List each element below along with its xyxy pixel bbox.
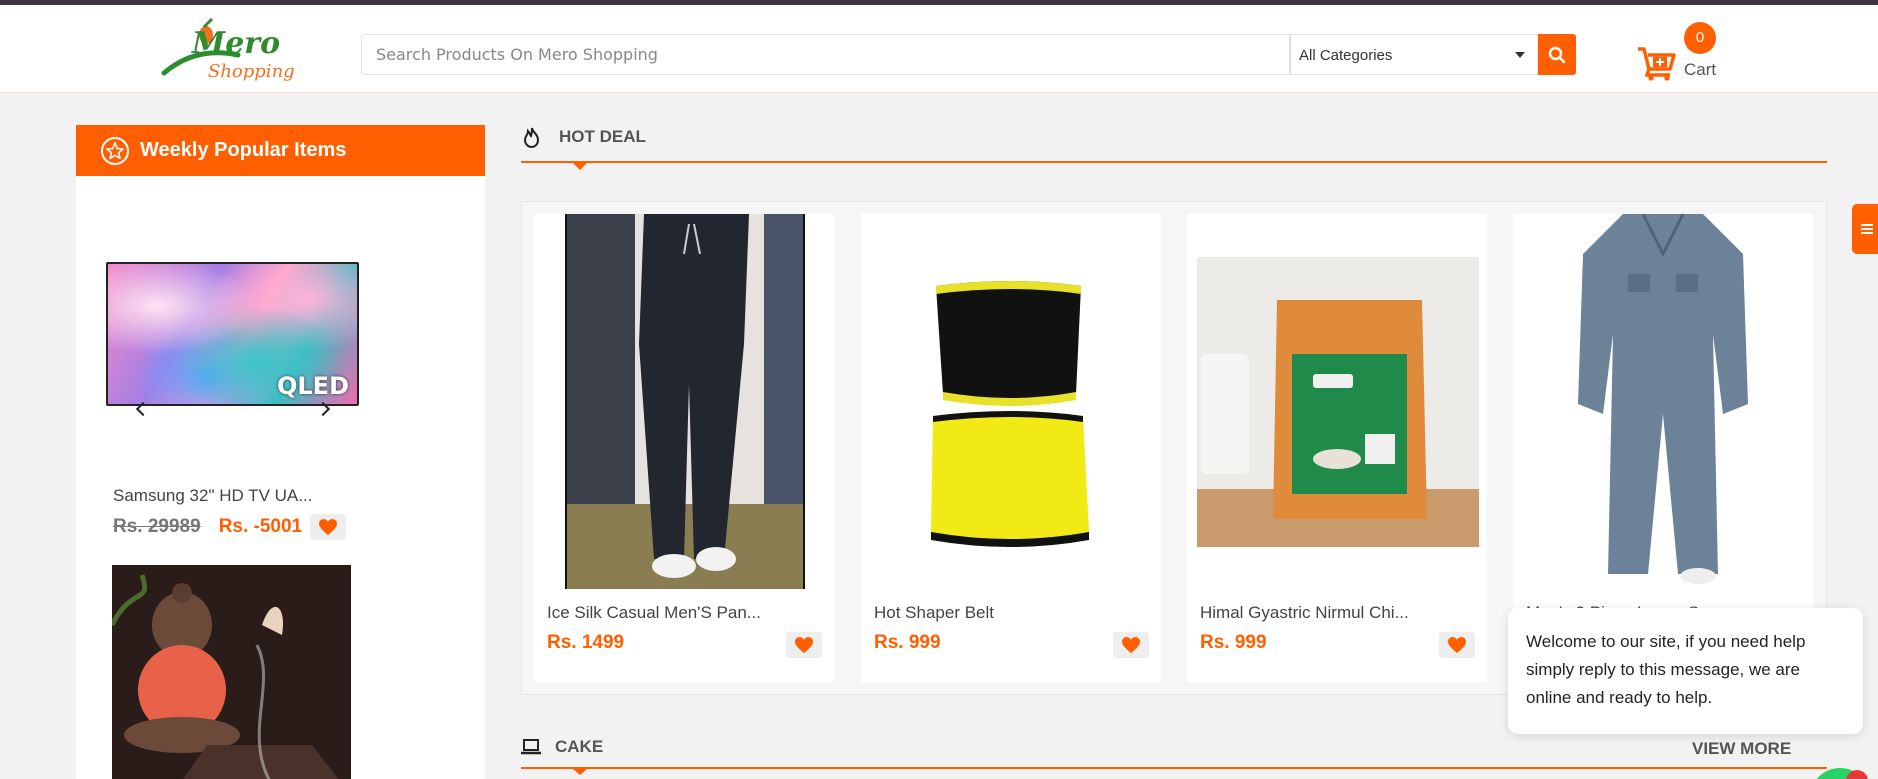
- laptop-icon: [521, 739, 541, 755]
- menu-icon: [1861, 224, 1873, 234]
- wishlist-button[interactable]: [786, 632, 822, 658]
- sidebar-product-title[interactable]: Samsung 32" HD TV UA...: [113, 486, 312, 506]
- chat-notification-dot: [1846, 770, 1868, 779]
- weekly-popular-sidebar: Weekly Popular Items QLED Samsung 32" HD…: [76, 125, 485, 779]
- heart-icon: [1448, 637, 1466, 653]
- heart-icon: [319, 519, 338, 535]
- cake-title: CAKE: [555, 737, 604, 756]
- product-card[interactable]: Ice Silk Casual Men'S Pan... Rs. 1499: [534, 214, 834, 682]
- sidebar-price-row: Rs. 29989 Rs. -5001: [113, 514, 347, 540]
- tea-package-image: [1197, 257, 1479, 547]
- view-more-label: VIEW MORE: [1692, 739, 1792, 758]
- hot-deal-pointer: [573, 163, 587, 170]
- heart-icon: [795, 637, 813, 653]
- hot-deal-heading: HOT DEAL: [521, 126, 646, 148]
- tv-screen: QLED: [106, 262, 359, 406]
- product-card[interactable]: Himal Gyastric Nirmul Chi... Rs. 999: [1187, 214, 1487, 682]
- product-title[interactable]: Himal Gyastric Nirmul Chi...: [1200, 603, 1409, 623]
- category-selected-label: All Categories: [1299, 47, 1393, 64]
- product-price: Rs. 999: [1200, 632, 1267, 653]
- side-menu-tab[interactable]: [1852, 204, 1878, 254]
- cake-pointer: [573, 769, 587, 775]
- product-title[interactable]: Ice Silk Casual Men'S Pan...: [547, 603, 761, 623]
- mens-suit-image: [1513, 214, 1813, 589]
- chat-welcome-message: Welcome to our site, if you need help si…: [1526, 632, 1806, 707]
- wishlist-button[interactable]: [1113, 632, 1149, 658]
- hot-deal-title: HOT DEAL: [559, 127, 646, 146]
- product-title[interactable]: Hot Shaper Belt: [874, 603, 994, 623]
- wishlist-button[interactable]: [1439, 632, 1475, 658]
- sidebar-title: Weekly Popular Items: [140, 139, 347, 161]
- pants-image: [565, 214, 805, 589]
- sidebar-header: Weekly Popular Items: [76, 125, 485, 176]
- cart-icon: [1638, 47, 1676, 81]
- product-image-tea[interactable]: [1187, 214, 1487, 589]
- search-icon: [1548, 46, 1566, 63]
- product-image-tv[interactable]: QLED: [106, 262, 359, 417]
- logo-text-mero: Mero: [191, 26, 280, 61]
- cake-underline: [521, 767, 1827, 769]
- logo-graphic: Mero Shopping: [161, 17, 295, 82]
- hot-deal-underline: [521, 161, 1827, 163]
- shaper-belt-image: [931, 281, 1089, 547]
- category-select[interactable]: All Categories: [1290, 34, 1538, 75]
- current-price: Rs. -5001: [218, 516, 303, 537]
- product-price: Rs. 1499: [547, 632, 625, 653]
- site-logo[interactable]: Mero Shopping: [160, 15, 300, 85]
- search-input[interactable]: [361, 34, 1290, 75]
- chat-welcome-bubble[interactable]: Welcome to our site, if you need help si…: [1508, 608, 1863, 734]
- fire-icon: [523, 127, 540, 148]
- product-image-shaper-belt[interactable]: [861, 214, 1161, 589]
- wishlist-button[interactable]: [310, 514, 347, 540]
- product-image-mens-suit[interactable]: [1513, 214, 1813, 589]
- heart-icon: [1122, 637, 1140, 653]
- cart-count-badge: 0: [1684, 22, 1716, 54]
- chevron-down-icon: [1515, 52, 1525, 58]
- tv-brand-text: QLED: [276, 372, 349, 400]
- site-header: Mero Shopping All Categories 0 Cart: [0, 5, 1878, 93]
- search-button[interactable]: [1538, 34, 1576, 75]
- buddha-figure-image: [112, 565, 351, 779]
- product-image-pants[interactable]: [534, 214, 834, 589]
- star-badge-icon: [101, 136, 129, 165]
- logo-text-shopping: Shopping: [208, 61, 295, 82]
- product-card[interactable]: Hot Shaper Belt Rs. 999: [861, 214, 1161, 682]
- view-more-link[interactable]: VIEW MORE: [1692, 739, 1791, 759]
- cart-button[interactable]: 0 Cart: [1636, 17, 1736, 87]
- cart-label: Cart: [1684, 60, 1717, 79]
- cake-heading: CAKE: [521, 737, 603, 757]
- product-price: Rs. 999: [874, 632, 941, 653]
- product-image-buddha[interactable]: [112, 565, 351, 779]
- old-price: Rs. 29989: [113, 516, 201, 537]
